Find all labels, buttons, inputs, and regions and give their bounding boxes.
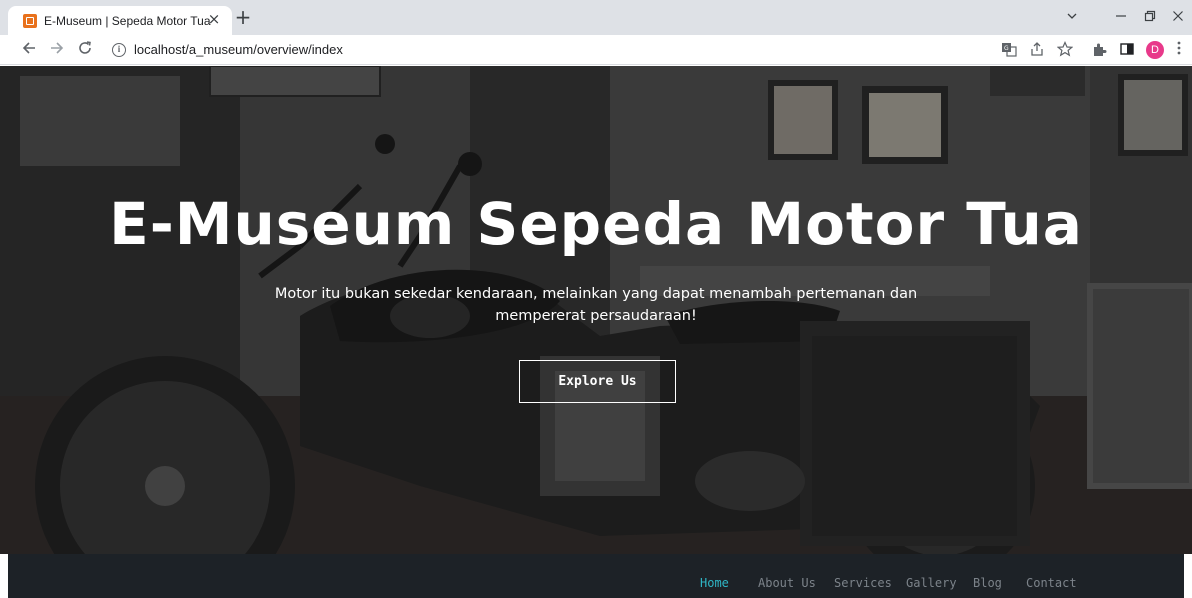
nav-item-contact[interactable]: Contact bbox=[1026, 576, 1077, 590]
translate-icon[interactable]: G bbox=[1000, 41, 1018, 59]
forward-icon[interactable] bbox=[46, 39, 68, 61]
address-bar[interactable]: localhost/a_museum/overview/index bbox=[134, 42, 343, 57]
hero-subtitle: Motor itu bukan sekedar kendaraan, melai… bbox=[274, 286, 918, 324]
favicon-icon bbox=[23, 14, 37, 28]
profile-avatar[interactable]: D bbox=[1146, 41, 1164, 59]
browser-toolbar: i localhost/a_museum/overview/index G D bbox=[0, 35, 1192, 65]
svg-text:G: G bbox=[1004, 45, 1009, 52]
back-icon[interactable] bbox=[18, 39, 40, 61]
tab-close-icon[interactable]: × bbox=[206, 11, 222, 27]
close-window-icon[interactable] bbox=[1168, 8, 1188, 28]
sidebar-icon[interactable] bbox=[1118, 41, 1136, 59]
nav-item-services[interactable]: Services bbox=[834, 576, 892, 590]
share-icon[interactable] bbox=[1028, 41, 1046, 59]
minimize-icon[interactable] bbox=[1111, 8, 1131, 28]
restore-icon[interactable] bbox=[1140, 8, 1160, 28]
nav-item-gallery[interactable]: Gallery bbox=[906, 576, 957, 590]
browser-tab[interactable]: E-Museum | Sepeda Motor Tua × bbox=[8, 6, 232, 35]
hero-title: E-Museum Sepeda Motor Tua bbox=[109, 190, 1083, 258]
tab-dropdown-icon[interactable] bbox=[1062, 8, 1082, 28]
nav-item-blog[interactable]: Blog bbox=[973, 576, 1002, 590]
reload-icon[interactable] bbox=[74, 39, 96, 61]
nav-item-about-us[interactable]: About Us bbox=[758, 576, 816, 590]
extensions-icon[interactable] bbox=[1090, 41, 1108, 59]
nav-item-home[interactable]: Home bbox=[700, 576, 729, 590]
more-menu-icon[interactable] bbox=[1172, 41, 1186, 59]
info-icon[interactable]: i bbox=[112, 43, 126, 57]
explore-us-button[interactable]: Explore Us bbox=[519, 360, 676, 403]
hero-section: E-Museum Sepeda Motor Tua Motor itu buka… bbox=[0, 66, 1192, 554]
main-navigation: Home About Us Services Gallery Blog Cont… bbox=[8, 554, 1184, 598]
tab-strip: E-Museum | Sepeda Motor Tua × + bbox=[0, 0, 1192, 35]
new-tab-button[interactable]: + bbox=[233, 7, 253, 28]
tab-title: E-Museum | Sepeda Motor Tua bbox=[44, 14, 211, 28]
bookmark-star-icon[interactable] bbox=[1056, 41, 1074, 59]
